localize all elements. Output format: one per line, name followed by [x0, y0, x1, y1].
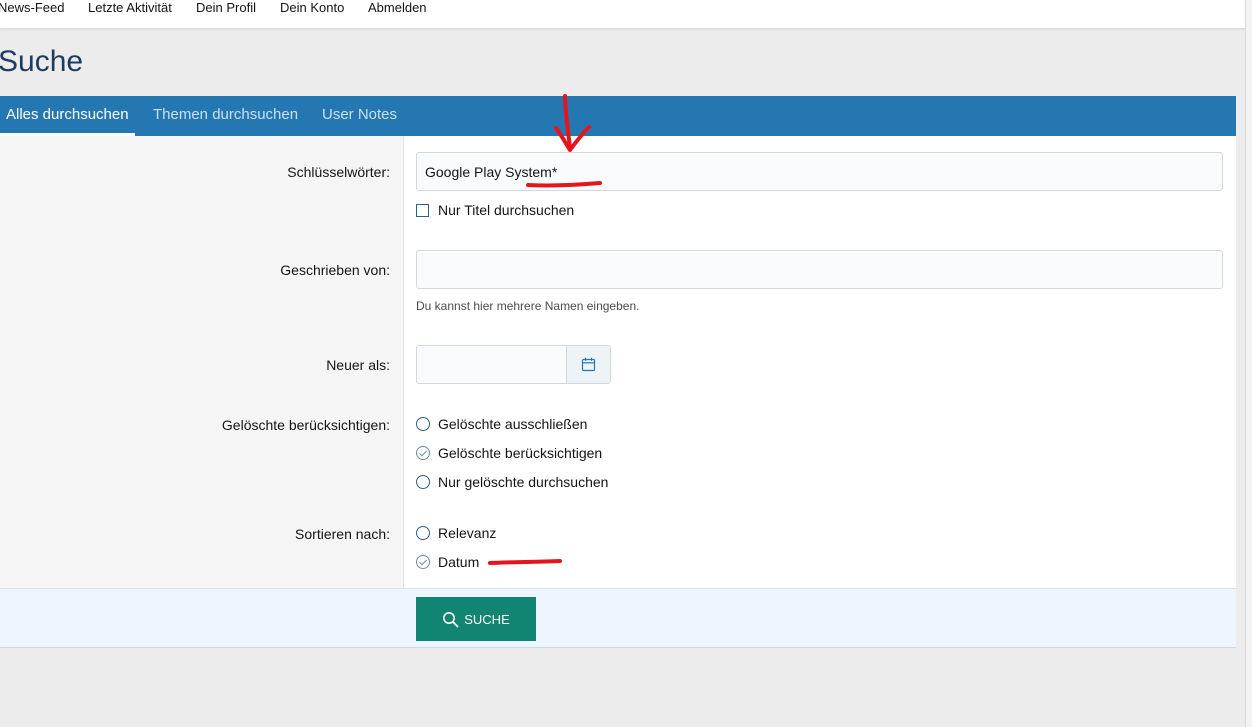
scrollbar-track[interactable]: [1245, 0, 1252, 727]
keywords-label: Schlüsselwörter:: [287, 164, 390, 180]
date-picker: [416, 345, 611, 384]
nav-link-profile[interactable]: Dein Profil: [196, 0, 256, 15]
newer-than-label: Neuer als:: [326, 357, 390, 373]
deleted-option-label: Gelöschte ausschließen: [438, 416, 588, 432]
search-tabs: Alles durchsuchen Themen durchsuchen Use…: [0, 96, 1236, 136]
title-only-label: Nur Titel durchsuchen: [438, 202, 575, 218]
deleted-option-exclude[interactable]: Gelöschte ausschließen: [416, 415, 587, 433]
deleted-option-include[interactable]: Gelöschte berücksichtigen: [416, 444, 602, 462]
sort-option-label: Relevanz: [438, 525, 497, 541]
check-icon: [419, 448, 427, 456]
radio-button[interactable]: [416, 417, 430, 431]
sort-label: Sortieren nach:: [295, 526, 390, 542]
newer-than-input[interactable]: [417, 346, 567, 383]
sort-option-label: Datum: [438, 554, 480, 570]
title-only-checkbox-row[interactable]: Nur Titel durchsuchen: [416, 201, 574, 219]
radio-button-checked[interactable]: [416, 446, 430, 460]
nav-link-logout[interactable]: Abmelden: [368, 0, 427, 15]
author-label: Geschrieben von:: [280, 262, 390, 278]
search-icon: [443, 611, 459, 627]
radio-button[interactable]: [416, 526, 430, 540]
label-column: Schlüsselwörter: Geschrieben von: Neuer …: [0, 136, 404, 588]
deleted-option-label: Gelöschte berücksichtigen: [438, 445, 603, 461]
form-footer: SUCHE: [0, 588, 1236, 648]
deleted-option-only[interactable]: Nur gelöschte durchsuchen: [416, 473, 608, 491]
title-only-checkbox[interactable]: [416, 203, 429, 217]
search-submit-button[interactable]: SUCHE: [416, 597, 536, 641]
deleted-option-label: Nur gelöschte durchsuchen: [438, 474, 609, 490]
page-title: Suche: [0, 45, 84, 78]
tab-user-notes[interactable]: User Notes: [322, 96, 397, 136]
sort-option-date[interactable]: Datum: [416, 553, 479, 571]
radio-button[interactable]: [416, 475, 430, 489]
check-icon: [419, 557, 427, 565]
author-input[interactable]: [416, 250, 1223, 289]
tab-threads[interactable]: Themen durchsuchen: [153, 96, 298, 136]
author-hint: Du kannst hier mehrere Namen eingeben.: [416, 299, 640, 313]
nav-link-news-feed[interactable]: News-Feed: [0, 0, 64, 15]
keywords-input[interactable]: [416, 152, 1223, 191]
calendar-icon: [581, 357, 596, 372]
nav-link-recent-activity[interactable]: Letzte Aktivität: [88, 0, 172, 15]
nav-link-account[interactable]: Dein Konto: [280, 0, 344, 15]
search-button-label: SUCHE: [464, 611, 510, 627]
search-form: Schlüsselwörter: Geschrieben von: Neuer …: [0, 136, 1236, 588]
radio-button-checked[interactable]: [416, 555, 430, 569]
tab-all[interactable]: Alles durchsuchen: [0, 96, 135, 136]
top-navigation: News-Feed Letzte Aktivität Dein Profil D…: [0, 0, 1245, 29]
sort-option-relevance[interactable]: Relevanz: [416, 524, 496, 542]
deleted-label: Gelöschte berücksichtigen:: [221, 417, 390, 433]
calendar-button[interactable]: [566, 346, 610, 383]
